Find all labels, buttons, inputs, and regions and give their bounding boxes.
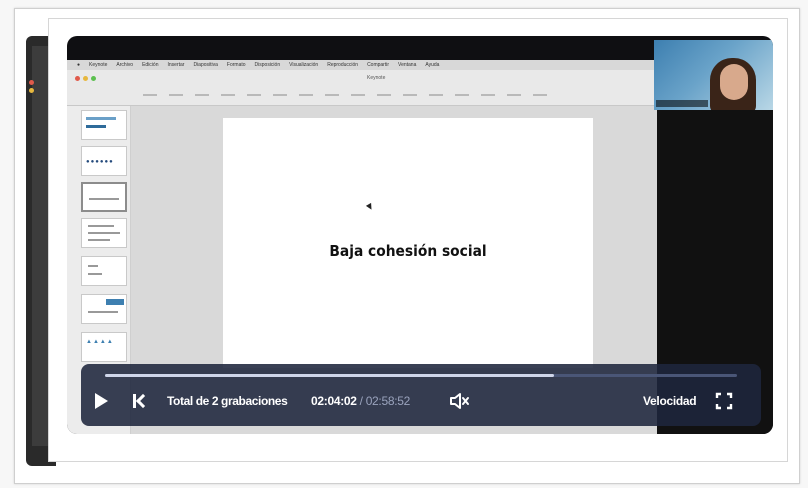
current-time: 02:04:02	[311, 394, 357, 408]
thumb-line	[88, 273, 102, 275]
thumb-line	[88, 265, 98, 267]
previous-button[interactable]	[133, 390, 151, 412]
play-icon	[95, 393, 108, 409]
duration: 02:58:52	[365, 394, 411, 408]
player-controls: Total de 2 grabaciones 02:04:02 / 02:58:…	[81, 364, 761, 426]
menu-item: Edición	[142, 62, 159, 68]
volume-muted-icon	[450, 393, 469, 409]
slide-thumbnail	[81, 294, 127, 324]
thumb-line	[88, 232, 120, 234]
traffic-lights	[75, 76, 96, 81]
background-window-strip	[32, 46, 48, 446]
video-player[interactable]: ● Keynote Archivo Edición Insertar Diapo…	[67, 36, 773, 434]
toolbar-tool	[143, 86, 157, 96]
speed-button[interactable]: Velocidad	[643, 390, 697, 412]
thumb-dots: ▲▲▲▲	[86, 339, 114, 345]
menu-item: Visualización	[289, 62, 319, 68]
slide-thumbnail	[81, 218, 127, 248]
time-separator: /	[359, 394, 363, 408]
webcam-name-tag	[656, 100, 708, 107]
thumb-line	[88, 311, 118, 313]
toolbar-tool	[247, 86, 261, 96]
menu-item: Ayuda	[425, 62, 440, 68]
thumb-bar	[86, 125, 106, 128]
toolbar-tool	[481, 86, 495, 96]
toolbar-tool	[429, 86, 443, 96]
page: ● Keynote Archivo Edición Insertar Diapo…	[0, 0, 808, 488]
menu-item: Keynote	[89, 62, 108, 68]
window-close-dot	[29, 80, 34, 85]
toolbar-tool	[377, 86, 391, 96]
menu-item: Reproducción	[327, 62, 359, 68]
slide-thumbnail-selected	[81, 182, 127, 212]
thumb-line	[88, 239, 110, 241]
slide-title: Baja cohesión social	[329, 242, 487, 260]
menu-item: Ventana	[398, 62, 417, 68]
toolbar-tool	[325, 86, 339, 96]
toolbar-buttons	[143, 86, 547, 96]
slide-thumbnail: ●●●●●●	[81, 146, 127, 176]
toolbar-tool	[169, 86, 183, 96]
toolbar-tool	[403, 86, 417, 96]
window-minimize-dot	[29, 88, 34, 93]
presenter-face	[720, 64, 748, 100]
toolbar-tool	[507, 86, 521, 96]
menu-item: Archivo	[116, 62, 134, 68]
toolbar-tool	[351, 86, 365, 96]
menu-item: Compartir	[367, 62, 390, 68]
menu-item: Disposición	[254, 62, 281, 68]
zoom-dot-icon	[91, 76, 96, 81]
time-display: 02:04:02 / 02:58:52	[311, 390, 410, 412]
toolbar-tool	[533, 86, 547, 96]
minimize-dot-icon	[83, 76, 88, 81]
thumb-dots: ●●●●●●	[86, 159, 114, 165]
document-title: Keynote	[367, 75, 386, 81]
thumb-line	[89, 198, 119, 200]
play-button[interactable]	[95, 390, 115, 412]
toolbar-tool	[455, 86, 469, 96]
current-slide: Baja cohesión social	[223, 118, 593, 368]
toolbar-tool	[299, 86, 313, 96]
skip-previous-chevron	[135, 393, 151, 409]
toolbar-tool	[273, 86, 287, 96]
slide-thumbnail	[81, 110, 127, 140]
fullscreen-icon	[715, 392, 733, 410]
webcam-overlay	[654, 40, 773, 110]
thumb-bar	[106, 299, 124, 305]
mouse-cursor-icon	[365, 202, 375, 212]
menu-item: Diapositiva	[193, 62, 218, 68]
close-dot-icon	[75, 76, 80, 81]
toolbar-tool	[221, 86, 235, 96]
progress-fill	[105, 374, 554, 377]
apple-icon: ●	[77, 62, 81, 68]
fullscreen-button[interactable]	[715, 390, 733, 412]
menu-item: Insertar	[167, 62, 185, 68]
volume-button[interactable]	[449, 390, 471, 412]
keynote-toolbar: Keynote	[67, 70, 657, 106]
menu-item: Formato	[226, 62, 246, 68]
toolbar-tool	[195, 86, 209, 96]
progress-bar[interactable]	[105, 374, 737, 377]
thumb-line	[88, 225, 114, 227]
thumb-bar	[86, 117, 116, 120]
recordings-label: Total de 2 grabaciones	[167, 394, 288, 408]
slide-thumbnail	[81, 256, 127, 286]
slide-thumbnail: ▲▲▲▲	[81, 332, 127, 362]
